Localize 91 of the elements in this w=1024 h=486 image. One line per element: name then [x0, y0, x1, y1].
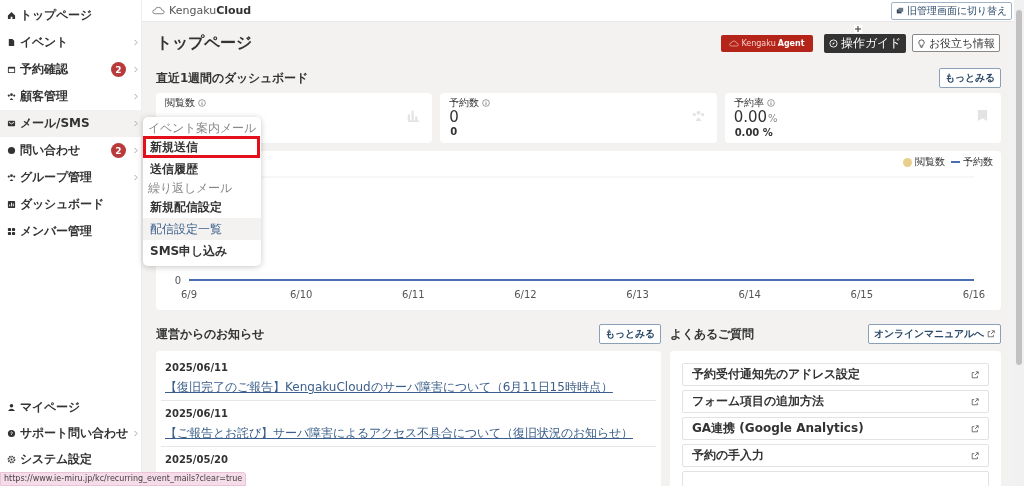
chart-icon — [7, 200, 16, 209]
axis-label: 0 — [174, 274, 181, 286]
external-link-icon — [971, 451, 979, 460]
external-link-icon — [971, 397, 979, 406]
nav-item[interactable]: トップページ — [0, 2, 141, 29]
external-link-icon — [971, 370, 979, 379]
news-link[interactable]: 【復旧完了のご報告】KengakuCloudのサーバ障害について（6月11日15時時点） — [165, 380, 613, 394]
info-icon — [482, 99, 491, 107]
grid-icon — [7, 227, 16, 236]
logo: KengakuCloud — [152, 4, 252, 17]
stat-value: 0.00 — [733, 109, 768, 126]
legend-item: 閲覧数 — [903, 155, 945, 169]
home-icon — [7, 11, 16, 20]
plus-icon[interactable] — [854, 24, 862, 33]
agent-button[interactable]: Kengaku Agent — [721, 34, 813, 52]
info-icon — [766, 99, 775, 107]
people-icon — [7, 173, 16, 182]
bar-chart-icon — [407, 109, 421, 122]
person-icon — [7, 402, 16, 412]
axis-label: 6/14 — [738, 289, 761, 300]
nav-item[interactable]: 問い合わせ 2 — [0, 137, 141, 164]
axis-label: 6/13 — [626, 289, 649, 300]
document-icon — [7, 38, 16, 47]
switch-admin-button[interactable]: 旧管理画面に切り替え — [891, 1, 1012, 20]
nav-item[interactable]: グループ管理 — [0, 164, 141, 191]
stat-subvalue: 0 — [450, 126, 459, 138]
nav-item[interactable]: 予約確認 2 — [0, 56, 141, 83]
info-icon — [198, 99, 206, 107]
nav-item[interactable]: システム設定 — [0, 446, 141, 472]
faq-item[interactable]: フォーム項目の追加方法 — [682, 390, 989, 413]
cloud-icon — [729, 39, 740, 47]
nav-item[interactable]: ダッシュボード — [0, 191, 141, 218]
axis-label: 6/15 — [850, 289, 874, 300]
stat-subvalue: 0.00 % — [734, 127, 774, 139]
menu-item[interactable]: 新規配信設定 — [143, 196, 261, 218]
legend-item: 予約数 — [951, 155, 993, 169]
faq-item[interactable]: 予約受付通知先のアドレス設定 — [682, 363, 989, 386]
axis-label: 6/12 — [514, 289, 537, 300]
guide-button[interactable]: 操作ガイド — [824, 33, 906, 53]
link-url-tooltip: https://www.ie-miru.jp/kc/recurring_event_mails?clear=true — [0, 472, 247, 486]
people-icon — [691, 109, 705, 122]
tips-button[interactable]: お役立ち情報 — [912, 34, 1000, 52]
stat-value: 0 — [449, 109, 459, 126]
mail-icon — [7, 119, 16, 128]
scroll-thumb[interactable] — [1016, 10, 1022, 365]
nav-item[interactable]: サポート問い合わせ — [0, 420, 141, 446]
section-title: 運営からのお知らせ — [156, 325, 264, 343]
lightbulb-icon — [917, 38, 926, 48]
menu-item[interactable]: 送信履歴 — [143, 158, 261, 180]
compass-icon — [829, 38, 838, 48]
menu-item[interactable]: 配信設定一覧 — [143, 218, 261, 240]
nav-item[interactable]: メール/SMS — [0, 110, 141, 137]
calendar-icon — [7, 65, 16, 74]
news-date: 2025/05/20 — [165, 453, 229, 466]
faq-item[interactable]: GA連携 (Google Analytics) — [682, 417, 989, 440]
stat-label: 閲覧数 — [165, 97, 195, 109]
page-title: トップページ — [156, 32, 252, 54]
more-button[interactable]: もっとみる — [939, 68, 1001, 88]
cloud-icon — [152, 6, 165, 15]
axis-label: 6/10 — [289, 289, 313, 300]
menu-item[interactable]: SMS申し込み — [143, 240, 261, 262]
external-link-icon — [987, 330, 995, 338]
menu-item[interactable]: 新規送信 — [143, 136, 260, 158]
section-title: よくあるご質問 — [670, 325, 754, 343]
nav-item[interactable]: メンバー管理 — [0, 218, 141, 245]
windows-icon — [896, 6, 904, 15]
menu-group-label: 繰り返しメール — [147, 180, 233, 196]
faq-item[interactable]: 予約の手入力 — [682, 444, 989, 467]
stat-label: 予約数 — [449, 97, 480, 109]
axis-label: 6/9 — [180, 289, 198, 300]
menu-group-label: イベント案内メール — [147, 120, 257, 136]
unit-label: % — [768, 112, 778, 126]
count-badge: 2 — [111, 62, 126, 77]
external-link-icon — [971, 424, 979, 433]
nav-item[interactable]: 顧客管理 — [0, 83, 141, 110]
news-date: 2025/06/11 — [165, 361, 229, 374]
help-icon — [7, 428, 16, 438]
nav-item[interactable]: マイページ — [0, 394, 141, 420]
news-link[interactable]: 【ご報告とお詫び】サーバ障害によるアクセス不具合について（復旧状況のお知らせ） — [165, 426, 633, 440]
stat-label: 予約率 — [733, 97, 764, 109]
manual-button[interactable]: オンラインマニュアルへ — [868, 324, 1001, 344]
news-date: 2025/06/11 — [165, 407, 229, 420]
settings-icon — [7, 454, 16, 464]
count-badge: 2 — [111, 143, 126, 158]
axis-label: 6/11 — [402, 289, 425, 300]
axis-label: 6/16 — [962, 289, 986, 300]
section-title: 直近1週間のダッシュボード — [156, 69, 309, 87]
more-button[interactable]: もっとみる — [599, 324, 661, 344]
bookmark-icon — [976, 109, 989, 122]
nav-item[interactable]: イベント — [0, 29, 141, 56]
people-icon — [7, 92, 16, 101]
